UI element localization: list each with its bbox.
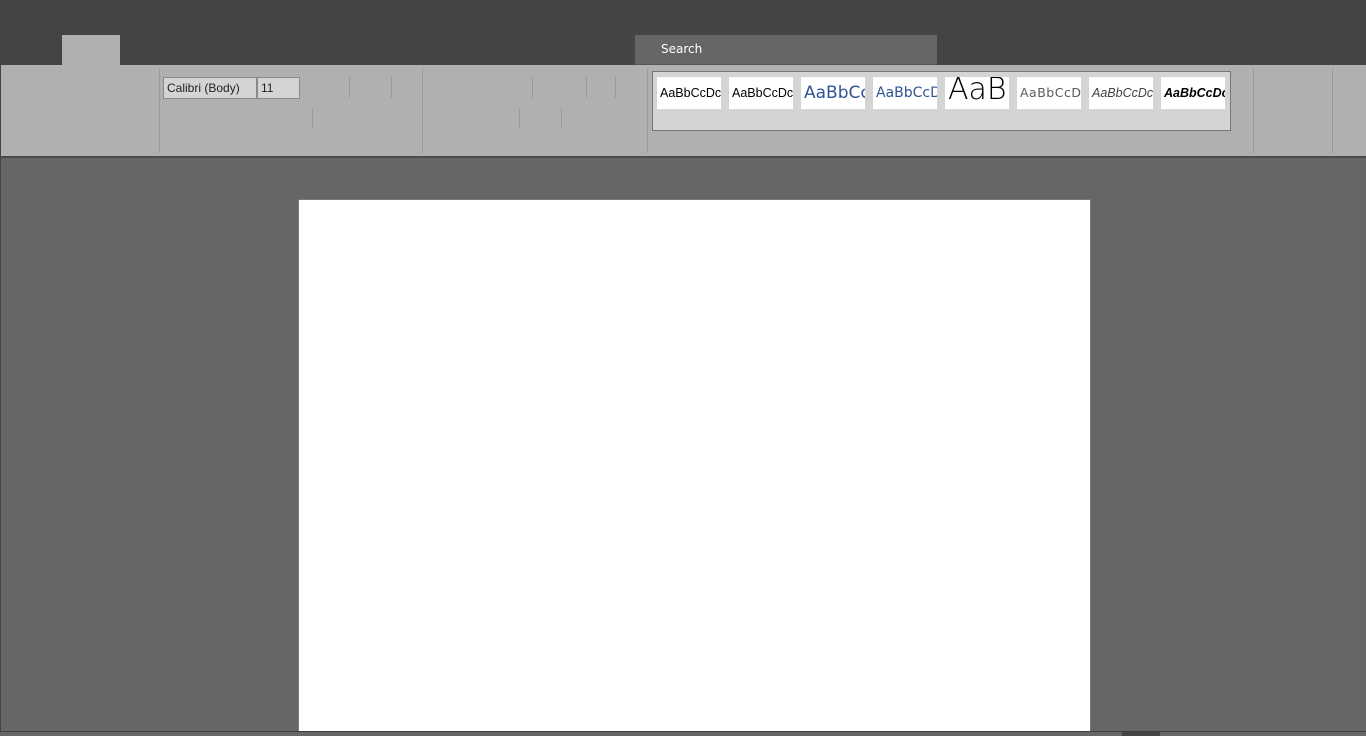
ribbon-group-divider xyxy=(422,68,423,153)
ribbon-button-divider xyxy=(312,108,313,129)
search-placeholder: Search xyxy=(661,42,703,56)
styles-gallery: AaBbCcDc AaBbCcDc AaBbCc AaBbCcD AaB AaB… xyxy=(652,71,1231,131)
style-subtle-emphasis[interactable]: AaBbCcDc xyxy=(1089,77,1153,109)
style-heading-2[interactable]: AaBbCcD xyxy=(873,77,937,109)
ribbon-button-divider xyxy=(615,77,616,98)
style-title[interactable]: AaB xyxy=(945,77,1009,109)
horizontal-scrollbar[interactable] xyxy=(0,731,1366,736)
ribbon-tab-active[interactable] xyxy=(62,35,120,65)
font-name-combobox[interactable]: Calibri (Body) xyxy=(163,77,257,99)
ribbon-group-divider xyxy=(1332,68,1333,153)
search-box[interactable]: Search xyxy=(635,35,937,65)
horizontal-scrollbar-thumb[interactable] xyxy=(1122,732,1160,736)
title-bar: Search xyxy=(0,0,1366,65)
ribbon-group-divider xyxy=(1253,68,1254,153)
ribbon-button-divider xyxy=(391,77,392,98)
font-size-combobox[interactable]: 11 xyxy=(257,77,300,99)
ribbon-group-divider xyxy=(647,68,648,153)
ribbon-button-divider xyxy=(349,77,350,98)
ribbon-group-divider xyxy=(159,68,160,153)
ribbon-button-divider xyxy=(586,77,587,98)
style-emphasis[interactable]: AaBbCcDc xyxy=(1161,77,1225,109)
style-normal[interactable]: AaBbCcDc xyxy=(657,77,721,109)
ribbon-button-divider xyxy=(532,77,533,98)
ribbon-button-divider xyxy=(561,108,562,129)
ribbon-button-divider xyxy=(519,108,520,129)
style-no-spacing[interactable]: AaBbCcDc xyxy=(729,77,793,109)
style-heading-1[interactable]: AaBbCc xyxy=(801,77,865,109)
document-page[interactable] xyxy=(298,199,1091,732)
style-subtitle[interactable]: AaBbCcD xyxy=(1017,77,1081,109)
